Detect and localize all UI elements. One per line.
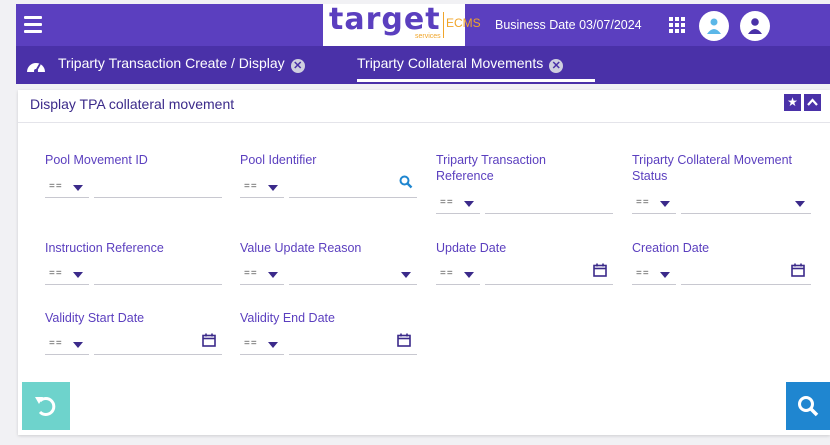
search-button[interactable] xyxy=(786,382,830,430)
logo-wordmark: target xyxy=(329,2,441,37)
search-icon[interactable] xyxy=(399,175,413,189)
speedometer-icon[interactable] xyxy=(26,58,46,74)
top-bar: target services ECMS Business Date 03/07… xyxy=(16,2,830,46)
validity-end-date-label: Validity End Date xyxy=(240,311,335,325)
panel-header: Display TPA collateral movement ★ xyxy=(18,90,830,123)
validity-start-date-input[interactable] xyxy=(94,333,222,355)
calendar-icon[interactable] xyxy=(397,333,411,347)
logo-divider xyxy=(443,12,444,38)
tab-bar: Triparty Transaction Create / Display ✕ T… xyxy=(16,46,830,84)
calendar-icon[interactable] xyxy=(791,263,805,277)
logo-services: services xyxy=(415,33,441,40)
validity-end-date-operator[interactable]: == xyxy=(240,334,284,355)
pool-identifier-operator[interactable]: == xyxy=(240,177,284,198)
close-tab-icon[interactable]: ✕ xyxy=(549,59,564,73)
person-icon xyxy=(707,18,721,34)
search-icon xyxy=(798,396,819,417)
creation-date-operator[interactable]: == xyxy=(632,264,676,285)
triparty-transaction-reference-input[interactable] xyxy=(485,193,613,214)
target-logo: target services ECMS xyxy=(323,2,481,46)
calendar-icon[interactable] xyxy=(202,333,216,347)
pool-movement-id-label: Pool Movement ID xyxy=(45,153,148,167)
calendar-icon[interactable] xyxy=(593,263,607,277)
favorite-star-icon[interactable]: ★ xyxy=(784,94,801,111)
notification-button[interactable] xyxy=(699,11,729,41)
pool-movement-id-operator[interactable]: == xyxy=(45,177,89,198)
creation-date-label: Creation Date xyxy=(632,241,710,255)
update-date-operator[interactable]: == xyxy=(436,264,480,285)
tab-triparty-collateral-movements[interactable]: Triparty Collateral Movements ✕ xyxy=(357,55,564,73)
tab-label: Triparty Transaction Create / Display xyxy=(58,55,285,71)
chevron-down-icon xyxy=(795,201,805,207)
instruction-reference-input[interactable] xyxy=(94,264,222,285)
validity-end-date-input[interactable] xyxy=(289,333,417,355)
tab-triparty-transaction[interactable]: Triparty Transaction Create / Display ✕ xyxy=(58,55,305,73)
triparty-collateral-movement-status-operator[interactable]: == xyxy=(632,193,676,214)
panel-title: Display TPA collateral movement xyxy=(30,96,235,112)
update-date-label: Update Date xyxy=(436,241,507,255)
value-update-reason-label: Value Update Reason xyxy=(240,241,362,255)
business-date: Business Date 03/07/2024 xyxy=(495,18,642,32)
collapse-chevron-up-icon[interactable] xyxy=(804,94,821,111)
pool-identifier-label: Pool Identifier xyxy=(240,153,317,167)
account-button[interactable] xyxy=(740,11,770,41)
reset-button[interactable] xyxy=(22,382,70,430)
creation-date-input[interactable] xyxy=(681,263,811,285)
active-tab-indicator xyxy=(357,79,595,82)
triparty-transaction-reference-label: Triparty Transaction Reference xyxy=(436,153,546,183)
close-tab-icon[interactable]: ✕ xyxy=(290,59,305,73)
reset-icon xyxy=(35,397,56,416)
pool-identifier-input[interactable] xyxy=(289,175,417,198)
value-update-reason-select[interactable] xyxy=(289,264,417,285)
apps-grid-icon[interactable] xyxy=(669,17,685,33)
triparty-collateral-movement-status-select[interactable] xyxy=(681,193,811,214)
chevron-down-icon xyxy=(401,272,411,278)
logo-ecms: ECMS xyxy=(446,16,481,30)
user-icon xyxy=(748,18,762,34)
pool-movement-id-input[interactable] xyxy=(94,177,222,198)
instruction-reference-operator[interactable]: == xyxy=(45,264,89,285)
validity-start-date-operator[interactable]: == xyxy=(45,334,89,355)
triparty-transaction-reference-operator[interactable]: == xyxy=(436,193,480,214)
instruction-reference-label: Instruction Reference xyxy=(45,241,164,255)
triparty-collateral-movement-status-label: Triparty Collateral Movement Status xyxy=(632,153,793,183)
value-update-reason-operator[interactable]: == xyxy=(240,264,284,285)
validity-start-date-label: Validity Start Date xyxy=(45,311,145,325)
update-date-input[interactable] xyxy=(485,263,613,285)
tab-label: Triparty Collateral Movements xyxy=(357,55,544,71)
search-panel: Display TPA collateral movement ★ Pool M… xyxy=(18,90,830,435)
hamburger-menu-icon[interactable] xyxy=(24,16,42,33)
